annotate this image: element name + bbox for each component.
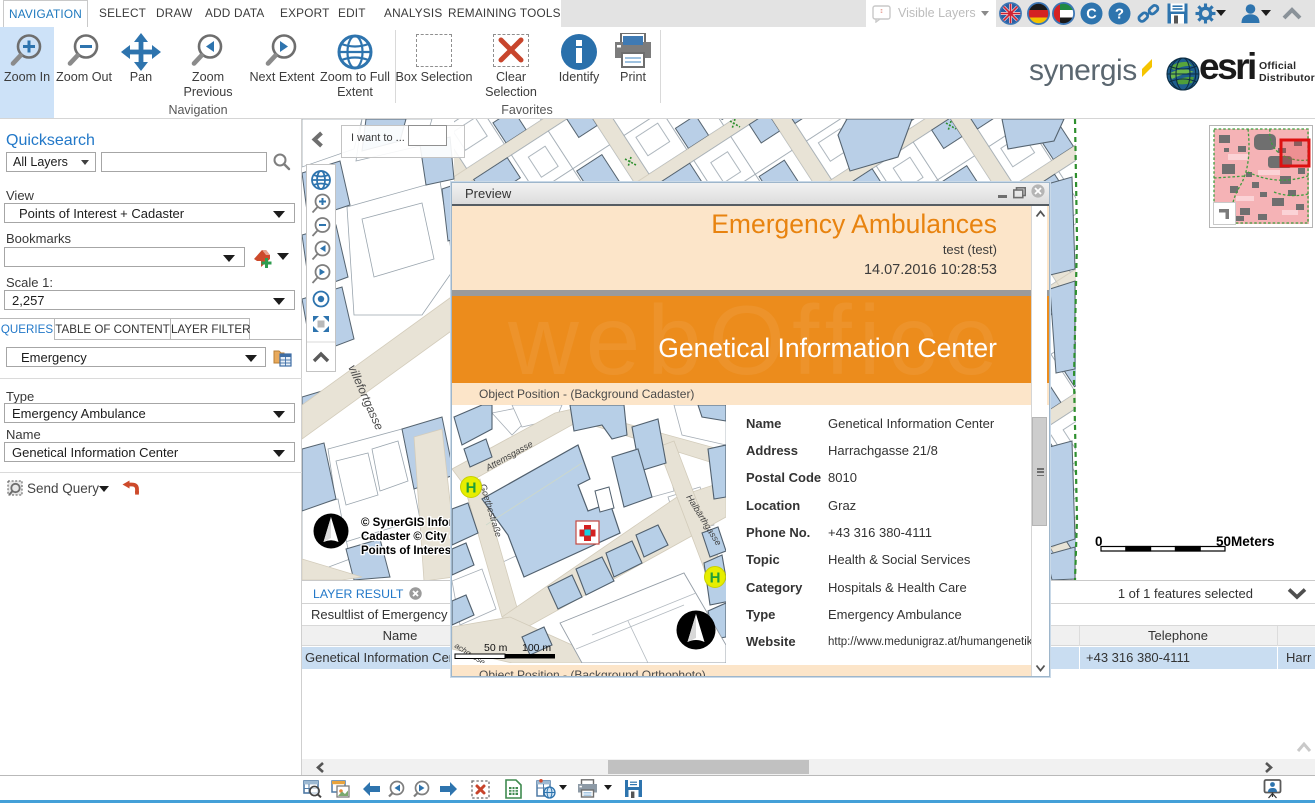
svg-text:100 m: 100 m [522, 642, 551, 654]
svg-text:H: H [710, 570, 721, 587]
svg-text:?: ? [1115, 6, 1124, 23]
svg-text:Cadaster © City of: Cadaster © City of [361, 531, 461, 543]
svg-text:© SynerGIS Inform: © SynerGIS Inform [361, 517, 463, 529]
svg-text:C: C [1086, 7, 1097, 23]
svg-text:H: H [466, 480, 477, 497]
svg-text:50 m: 50 m [484, 642, 508, 654]
